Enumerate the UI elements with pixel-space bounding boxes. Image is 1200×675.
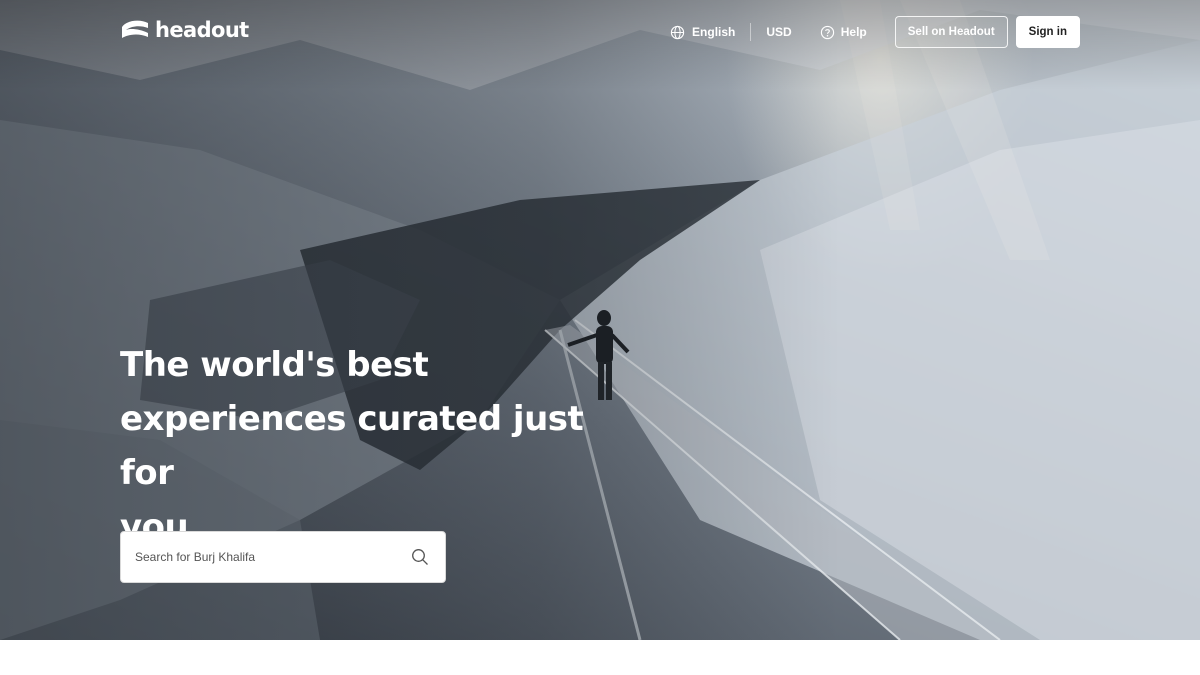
- sell-on-headout-button[interactable]: Sell on Headout: [894, 16, 1008, 48]
- search-input[interactable]: Search for Burj Khalifa: [135, 550, 255, 564]
- globe-icon: [670, 25, 685, 39]
- nav-divider: [750, 23, 752, 41]
- language-currency-selector[interactable]: English USD: [670, 23, 792, 41]
- help-circle-icon: [820, 25, 834, 39]
- top-nav: English USD Help Sell on Headout Sign in: [670, 16, 1080, 48]
- currency-label: USD: [766, 25, 792, 39]
- help-label: Help: [840, 25, 867, 39]
- hero-section: headout English USD Help Sell on Headout…: [0, 0, 1200, 640]
- search-bar[interactable]: Search for Burj Khalifa: [120, 531, 446, 583]
- headline-line-2: experiences curated just for: [120, 399, 584, 493]
- hero-headline: The world's best experiences curated jus…: [120, 338, 600, 554]
- headline-line-1: The world's best: [120, 345, 429, 385]
- headout-logo[interactable]: headout: [120, 18, 249, 42]
- search-icon[interactable]: [411, 548, 429, 566]
- language-label: English: [692, 25, 736, 39]
- sign-in-button[interactable]: Sign in: [1015, 16, 1080, 48]
- headout-logo-icon: [122, 20, 148, 38]
- help-link[interactable]: Help: [820, 25, 867, 40]
- brand-name: headout: [155, 18, 249, 42]
